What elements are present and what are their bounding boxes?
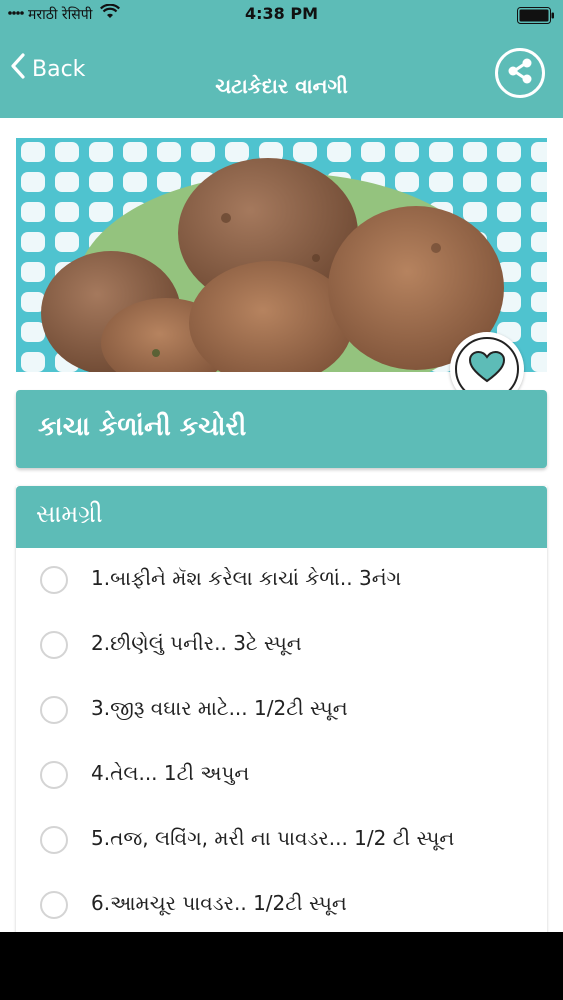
ingredient-text: 5.તજ, લવિંગ, મરી ના પાવડર... 1/2 ટી સ્પૂ…: [91, 826, 455, 850]
list-item[interactable]: 6.આમચૂર પાવડર.. 1/2ટી સ્પૂન: [16, 873, 547, 932]
ingredient-list: 1.બાફીને મૅશ કરેલા કાચાં કેળાં.. 3નંગ 2.…: [16, 548, 547, 932]
app-header: मराठी रेसिपी 4:38 PM Back ચટાકેદાર વાનગી: [0, 0, 563, 118]
nav-bar: Back ચટાકેદાર વાનગી: [0, 30, 563, 118]
share-icon: [506, 57, 534, 89]
checkbox-radio[interactable]: [40, 826, 68, 854]
list-item[interactable]: 5.તજ, લવિંગ, મરી ના પાવડર... 1/2 ટી સ્પૂ…: [16, 808, 547, 873]
recipe-title-card: કાચા કેળાંની કચોરી: [16, 390, 547, 468]
share-button[interactable]: [495, 48, 545, 98]
checkbox-radio[interactable]: [40, 891, 68, 919]
ingredients-header: સામગ્રી: [16, 486, 547, 548]
checkbox-radio[interactable]: [40, 761, 68, 789]
checkbox-radio[interactable]: [40, 696, 68, 724]
list-item[interactable]: 4.તેલ... 1ટી અપુન: [16, 743, 547, 808]
recipe-title: કાચા કેળાંની કચોરી: [38, 412, 247, 442]
list-item[interactable]: 2.છીણેલું પનીર.. 3ટે સ્પૂન: [16, 613, 547, 678]
status-bar: मराठी रेसिपी 4:38 PM: [0, 0, 563, 30]
recipe-content: કાચા કેળાંની કચોરી સામગ્રી 1.બાફીને મૅશ …: [0, 118, 563, 932]
heart-icon: [468, 350, 506, 387]
ingredient-text: 1.બાફીને મૅશ કરેલા કાચાં કેળાં.. 3નંગ: [91, 566, 402, 590]
page-title: ચટાકેદાર વાનગી: [215, 74, 348, 98]
ingredients-heading: સામગ્રી: [36, 500, 103, 528]
ingredients-card: સામગ્રી 1.બાફીને મૅશ કરેલા કાચાં કેળાં..…: [16, 486, 547, 932]
bottom-bar: [0, 932, 563, 1000]
list-item[interactable]: 1.બાફીને મૅશ કરેલા કાચાં કેળાં.. 3નંગ: [16, 548, 547, 613]
ingredient-text: 6.આમચૂર પાવડર.. 1/2ટી સ્પૂન: [91, 891, 347, 915]
battery-icon: [517, 7, 555, 24]
status-time: 4:38 PM: [244, 4, 318, 23]
checkbox-radio[interactable]: [40, 566, 68, 594]
list-item[interactable]: 3.જીરૂ વઘાર માટે... 1/2ટી સ્પૂન: [16, 678, 547, 743]
ingredient-text: 3.જીરૂ વઘાર માટે... 1/2ટી સ્પૂન: [91, 696, 348, 720]
checkbox-radio[interactable]: [40, 631, 68, 659]
ingredient-text: 4.તેલ... 1ટી અપુન: [91, 761, 250, 785]
ingredient-text: 2.છીણેલું પનીર.. 3ટે સ્પૂન: [91, 631, 302, 655]
